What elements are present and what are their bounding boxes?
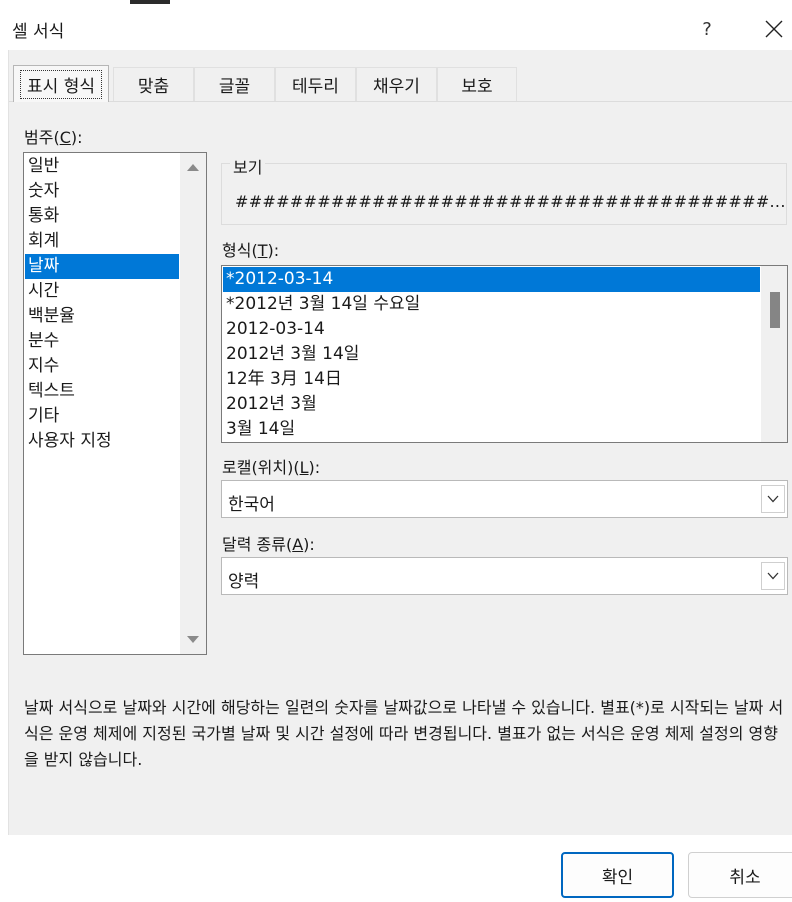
- tab-fill[interactable]: 채우기: [356, 67, 437, 101]
- tab-label: 채우기: [373, 77, 420, 97]
- calendar-select[interactable]: 양력: [221, 557, 788, 595]
- preview-value: #######################################.…: [235, 192, 786, 211]
- locale-select[interactable]: 한국어: [221, 480, 788, 518]
- list-item[interactable]: 시간: [25, 279, 179, 304]
- scroll-up-icon[interactable]: [187, 164, 199, 171]
- chevron-down-icon: [767, 495, 779, 503]
- list-item[interactable]: 숫자: [25, 179, 179, 204]
- list-item[interactable]: 2012년 3월: [223, 392, 760, 417]
- tab-alignment[interactable]: 맞춤: [113, 67, 194, 101]
- preview-label: 보기: [230, 154, 266, 178]
- chevron-down-icon: [767, 572, 779, 580]
- list-item[interactable]: 기타: [25, 404, 179, 429]
- description-text: 날짜 서식으로 날짜와 시간에 해당하는 일련의 숫자를 날짜값으로 나타낼 수…: [24, 698, 784, 769]
- dialog-body: 표시 형식 맞춤 글꼴 테두리 채우기 보호 범주(C): 일반 숫자 통화 회…: [8, 50, 792, 835]
- list-item[interactable]: 통화: [25, 204, 179, 229]
- close-icon: [765, 20, 783, 38]
- scroll-down-icon[interactable]: [187, 636, 199, 643]
- dropdown-button[interactable]: [761, 485, 785, 513]
- ok-button[interactable]: 확인: [561, 852, 674, 898]
- dialog-title: 셀 서식: [12, 22, 65, 42]
- tab-label: 표시 형식: [20, 69, 102, 99]
- locale-value: 한국어: [228, 495, 275, 515]
- list-item[interactable]: 텍스트: [25, 379, 179, 404]
- calendar-label: 달력 종류(A):: [222, 535, 315, 554]
- list-item[interactable]: 백분율: [25, 304, 179, 329]
- tab-border[interactable]: 테두리: [275, 67, 356, 101]
- list-item[interactable]: 일반: [25, 154, 179, 179]
- category-scrollbar[interactable]: [180, 153, 206, 654]
- list-item-selected[interactable]: 날짜: [25, 254, 179, 279]
- tab-label: 맞춤: [137, 77, 170, 97]
- tab-font[interactable]: 글꼴: [194, 67, 275, 101]
- tab-divider: [9, 101, 792, 102]
- tab-label: 테두리: [292, 77, 339, 97]
- dropdown-button[interactable]: [761, 562, 785, 590]
- tab-protection[interactable]: 보호: [437, 67, 517, 101]
- cancel-button[interactable]: 취소: [688, 852, 792, 898]
- list-item[interactable]: 12年 3月 14日: [223, 367, 760, 392]
- list-item[interactable]: 분수: [25, 329, 179, 354]
- list-item[interactable]: *2012년 3월 14일 수요일: [223, 292, 760, 317]
- tab-label: 보호: [461, 77, 493, 97]
- category-label: 범주(C):: [24, 128, 83, 147]
- list-item[interactable]: 지수: [25, 354, 179, 379]
- list-item[interactable]: 2012-03-14: [223, 317, 760, 342]
- list-item[interactable]: 2012년 3월 14일: [223, 342, 760, 367]
- format-scrollbar[interactable]: [761, 266, 787, 442]
- format-list[interactable]: *2012-03-14 *2012년 3월 14일 수요일 2012-03-14…: [221, 265, 788, 443]
- list-item[interactable]: 3월 14일: [223, 417, 760, 442]
- dialog-footer: 확인 취소: [0, 835, 792, 902]
- scroll-thumb[interactable]: [770, 292, 780, 328]
- calendar-value: 양력: [228, 572, 260, 592]
- format-label: 형식(T):: [222, 241, 280, 260]
- close-button[interactable]: [756, 12, 792, 46]
- tab-label: 글꼴: [218, 77, 251, 97]
- category-list[interactable]: 일반 숫자 통화 회계 날짜 시간 백분율 분수 지수 텍스트 기타 사용자 지…: [23, 152, 207, 655]
- list-item[interactable]: 회계: [25, 229, 179, 254]
- help-button[interactable]: ?: [690, 12, 724, 46]
- list-item-selected[interactable]: *2012-03-14: [223, 267, 760, 292]
- tab-bar: 표시 형식 맞춤 글꼴 테두리 채우기 보호: [9, 65, 792, 102]
- tab-number-format[interactable]: 표시 형식: [13, 65, 109, 102]
- list-item[interactable]: 사용자 지정: [25, 429, 179, 454]
- title-bar: 셀 서식 ?: [0, 4, 792, 50]
- locale-label: 로캘(위치)(L):: [222, 458, 321, 477]
